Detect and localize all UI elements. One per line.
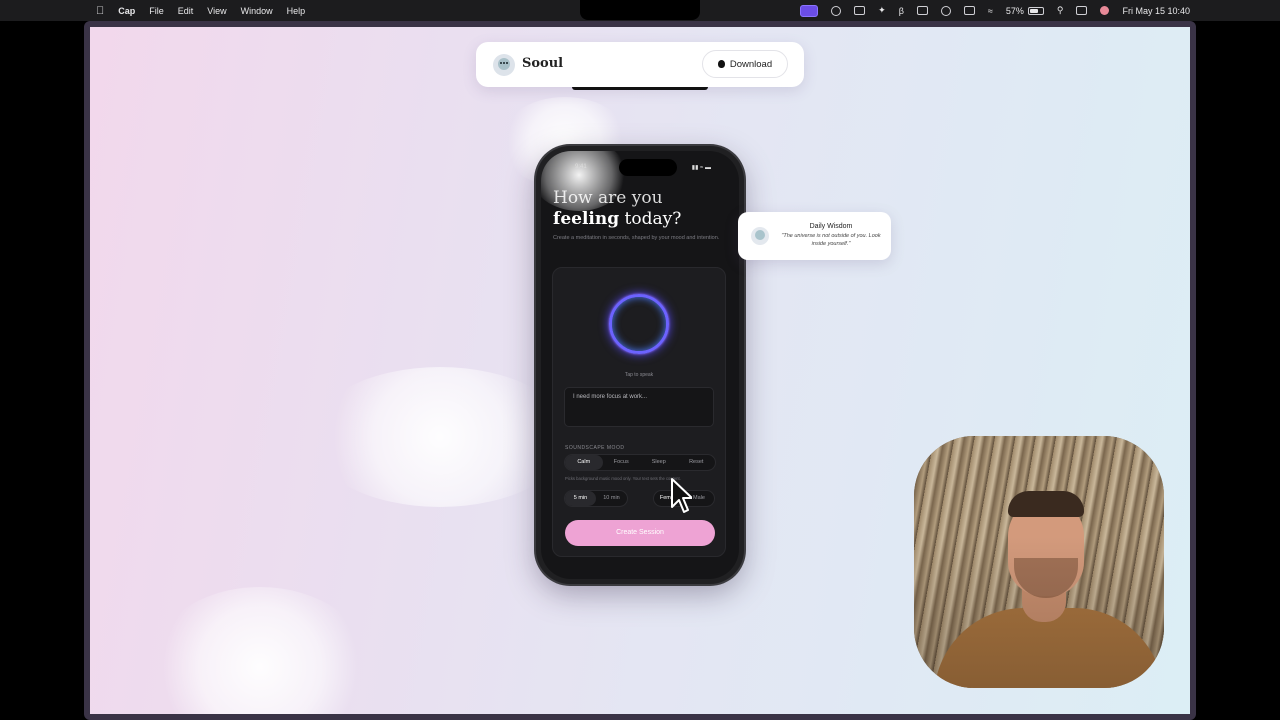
mood-option-reset[interactable]: Reset — [678, 455, 716, 470]
soundscape-label: SOUNDSCAPE MOOD — [565, 445, 625, 451]
menu-view[interactable]: View — [207, 6, 226, 16]
daily-wisdom-card: Daily Wisdom "The universe is not outsid… — [738, 212, 891, 260]
menu-app-name[interactable]: Cap — [118, 6, 135, 16]
shield-icon[interactable] — [854, 6, 866, 15]
signal-wifi-battery-icon: ▮▮ ≈ ▬ — [691, 165, 711, 171]
headline-line1: How are you — [553, 188, 663, 208]
b-app-icon[interactable]: β — [899, 6, 904, 16]
intention-input[interactable]: I need more focus at work... — [564, 387, 714, 427]
mood-segmented-control: Calm Focus Sleep Reset — [564, 454, 716, 471]
status-circle-icon[interactable] — [831, 5, 842, 16]
control-center-icon[interactable] — [1076, 6, 1088, 15]
headline-rest: today? — [619, 209, 682, 229]
voice-orb-button[interactable] — [609, 294, 669, 354]
battery-indicator[interactable]: 57% — [1006, 6, 1044, 16]
menu-file[interactable]: File — [149, 6, 164, 16]
wifi-icon[interactable]: ≈ — [988, 6, 993, 16]
create-session-button[interactable]: Create Session — [565, 520, 715, 546]
cloud-decoration — [150, 587, 370, 714]
user-avatar-icon[interactable] — [1100, 6, 1110, 15]
menu-window[interactable]: Window — [241, 6, 273, 16]
mouse-cursor-icon — [671, 478, 692, 513]
tap-to-speak-label: Tap to speak — [624, 372, 654, 378]
download-label: Download — [729, 58, 773, 70]
mood-option-focus[interactable]: Focus — [603, 455, 641, 470]
search-icon[interactable]: ⚲ — [1057, 5, 1064, 16]
page-title: How are you feeling today? — [553, 188, 681, 230]
window-icon[interactable] — [916, 6, 928, 15]
dynamic-island — [619, 159, 677, 176]
wisdom-title: Daily Wisdom — [809, 223, 853, 230]
mood-option-calm[interactable]: Calm — [565, 455, 603, 470]
camera-notch — [580, 0, 700, 20]
brand-name[interactable]: Sooul — [522, 56, 563, 71]
apple-icon — [717, 60, 725, 68]
keyboard-icon[interactable] — [963, 6, 975, 15]
subtitle: Create a meditation in seconds, shaped b… — [553, 235, 720, 241]
webcam-overlay[interactable] — [914, 436, 1164, 688]
download-button[interactable]: Download — [702, 50, 788, 78]
menu-edit[interactable]: Edit — [178, 6, 194, 16]
cap-recording-icon[interactable] — [800, 4, 819, 17]
phone-screen: 9:41 ▮▮ ≈ ▬ How are you feeling today? C… — [541, 151, 739, 579]
phone-mockup: 9:41 ▮▮ ≈ ▬ How are you feeling today? C… — [536, 146, 744, 584]
duration-segmented-control: 5 min 10 min — [564, 490, 628, 507]
clock[interactable]: Fri May 15 10:40 — [1122, 6, 1190, 16]
duration-option-5[interactable]: 5 min — [565, 491, 596, 506]
battery-percent: 57% — [1005, 5, 1024, 16]
status-time: 9:41 — [575, 164, 587, 170]
battery-icon — [1027, 6, 1044, 15]
webcam-shade — [914, 436, 1164, 688]
wisdom-quote: "The universe is not outside of you. Loo… — [781, 233, 881, 247]
sooul-logo-icon[interactable] — [493, 54, 515, 76]
menu-bar:  Cap File Edit View Window Help ✦ β ≈ 5… — [0, 0, 1280, 21]
mood-helper-text: Picks background music mood only. Your t… — [565, 476, 681, 481]
menu-help[interactable]: Help — [287, 6, 306, 16]
sparkle-icon[interactable]: ✦ — [878, 5, 886, 16]
mood-option-sleep[interactable]: Sleep — [640, 455, 678, 470]
headline-bold: feeling — [553, 209, 620, 229]
duration-option-10[interactable]: 10 min — [596, 491, 627, 506]
play-icon[interactable] — [940, 5, 951, 16]
cloud-decoration — [310, 367, 570, 507]
nav-underline — [572, 87, 708, 90]
session-card: Tap to speak I need more focus at work..… — [552, 267, 726, 557]
apple-menu-icon[interactable]:  — [96, 5, 104, 17]
top-nav-pill: Sooul Download — [476, 42, 804, 87]
mascot-avatar-icon — [751, 227, 769, 245]
